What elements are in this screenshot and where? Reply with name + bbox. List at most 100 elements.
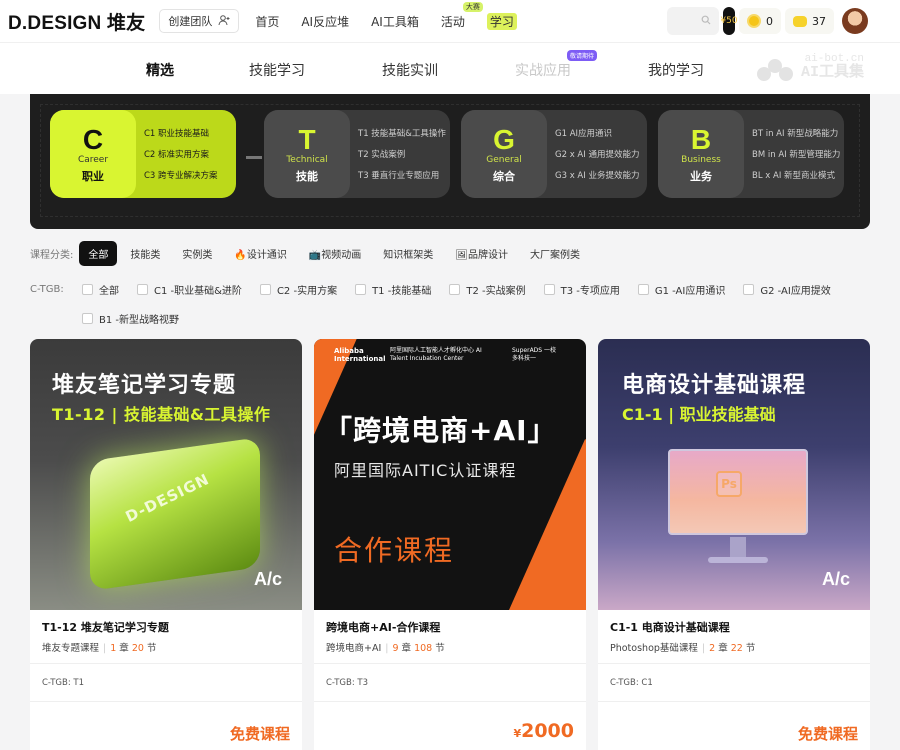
category-framework[interactable]: 知识框架类 — [374, 241, 442, 266]
ctgb-check-t2[interactable]: T2 -实战案例 — [449, 282, 526, 297]
checkbox[interactable] — [137, 284, 148, 295]
cover-tagline: 合作课程 — [334, 534, 455, 567]
card-divider — [598, 663, 870, 664]
checkbox[interactable] — [82, 313, 93, 324]
section-unit: 节 — [435, 643, 445, 654]
ctgb-check-g2[interactable]: G2 -AI应用提效 — [743, 282, 831, 297]
category-skill[interactable]: 技能类 — [121, 241, 169, 266]
course-card[interactable]: 堆友笔记学习专题 T1-12 | 技能基础&工具操作 D-DESIGN A/c … — [30, 339, 302, 750]
course-title[interactable]: C1-1 电商设计基础课程 — [610, 619, 730, 635]
cover-subtitle: C1-1 | 职业技能基础 — [622, 405, 776, 424]
nav-home[interactable]: 首页 — [255, 13, 279, 30]
coin-balance[interactable]: 0 — [739, 8, 781, 34]
business-letter: B — [690, 123, 712, 155]
course-price: 免费课程 — [797, 725, 858, 743]
ctgb-label: C-TGB: — [30, 284, 64, 295]
course-price: 免费课程 — [229, 725, 290, 743]
ctgb-check-t3[interactable]: T3 -专项应用 — [543, 282, 620, 297]
section-count: 20 — [131, 643, 144, 654]
chapter-count: 9 — [392, 643, 399, 654]
course-cover[interactable]: Alibaba International 阿里国际人工智能人才孵化中心 AI … — [314, 339, 586, 610]
ctgb-business[interactable]: B Business 业务 BT in AI 新型战略能力 BM in AI 新… — [658, 110, 844, 198]
learning-tabs: 精选 技能学习 技能实训 实战应用 敬请期待 我的学习 ai-bot.cn AI… — [0, 42, 900, 99]
tab-my-learning[interactable]: 我的学习 — [648, 60, 704, 80]
tab-skill-training[interactable]: 技能实训 — [382, 60, 438, 80]
card-divider — [314, 663, 586, 664]
ctgb-technical[interactable]: T Technical 技能 T1 技能基础&工具操作 T2 实战案例 T3 垂… — [264, 110, 450, 198]
tab-skill-learning[interactable]: 技能学习 — [249, 60, 305, 80]
watermark: ai-bot.cn AI工具集 — [756, 53, 864, 81]
checkbox[interactable] — [259, 284, 271, 295]
course-title[interactable]: T1-12 堆友笔记学习专题 — [42, 619, 169, 635]
category-video-label: 视频动画 — [321, 250, 362, 261]
points-balance[interactable]: 37 — [785, 8, 834, 34]
ctgb-check-c1[interactable]: C1 -职业基础&进阶 — [137, 282, 242, 297]
category-all[interactable]: 全部 — [79, 241, 118, 266]
category-case[interactable]: 实例类 — [173, 241, 221, 266]
category-big-company[interactable]: 大厂案例类 — [521, 241, 589, 266]
general-line-2: G2 x AI 通用提效能力 — [555, 150, 640, 160]
nav-ai-reactor[interactable]: AI反应堆 — [301, 13, 349, 30]
ctgb-check-label: G2 -AI应用提效 — [760, 286, 831, 297]
ctgb-check-label: 全部 — [99, 286, 119, 297]
ctgb-tag: C-TGB: T3 — [326, 678, 368, 688]
general-zh: 综合 — [493, 169, 515, 183]
search-button[interactable] — [667, 7, 719, 35]
checkbox[interactable] — [543, 284, 555, 295]
fire-icon: 🔥 — [234, 250, 247, 261]
ctgb-check-b1[interactable]: B1 -新型战略视野 — [82, 311, 179, 326]
contest-badge: 大赛 — [462, 1, 483, 12]
course-card[interactable]: Alibaba International 阿里国际人工智能人才孵化中心 AI … — [314, 339, 586, 750]
monitor-base — [708, 557, 768, 563]
nav-learning[interactable]: 学习 — [486, 12, 517, 30]
chapter-unit: 章 — [718, 643, 728, 654]
ctgb-career[interactable]: C Career 职业 C1 职业技能基础 C2 标准实用方案 C3 跨专业解决… — [50, 110, 236, 198]
nav-events[interactable]: 活动 大赛 — [440, 1, 483, 30]
career-lines: C1 职业技能基础 C2 标准实用方案 C3 跨专业解决方案 — [144, 124, 218, 187]
general-line-3: G3 x AI 业务提效能力 — [555, 171, 640, 181]
header-right: ¥50 0 37 — [667, 7, 892, 35]
ctgb-tag: C-TGB: T1 — [42, 678, 84, 688]
category-filter: 课程分类: 全部 技能类 实例类 🔥设计通识 📺视频动画 知识框架类 🖼品牌设计… — [30, 241, 593, 266]
course-meta: 堆友专题课程 | 1 章 20 节 — [42, 643, 157, 654]
ctgb-check-g1[interactable]: G1 -AI应用通识 — [637, 282, 726, 297]
create-team-button[interactable]: 创建团队 — [159, 9, 240, 33]
checkbox[interactable] — [637, 284, 649, 295]
avatar[interactable] — [842, 8, 868, 34]
category-video[interactable]: 📺视频动画 — [300, 241, 370, 266]
nav-ai-toolbox[interactable]: AI工具箱 — [371, 13, 419, 30]
business-badge: B Business 业务 — [658, 110, 744, 198]
course-cover[interactable]: 电商设计基础课程 C1-1 | 职业技能基础 Ps A/c — [598, 339, 870, 610]
tab-practical[interactable]: 实战应用 敬请期待 — [515, 50, 597, 80]
ctgb-check-label: B1 -新型战略视野 — [99, 315, 180, 326]
business-en: Business — [681, 154, 721, 165]
course-cover[interactable]: 堆友笔记学习专题 T1-12 | 技能基础&工具操作 D-DESIGN A/c — [30, 339, 302, 610]
ctgb-banner: C Career 职业 C1 职业技能基础 C2 标准实用方案 C3 跨专业解决… — [30, 94, 870, 229]
ctgb-check-label: C1 -职业基础&进阶 — [154, 286, 242, 297]
checkbox[interactable] — [82, 284, 93, 295]
tab-featured[interactable]: 精选 — [138, 60, 182, 99]
technical-lines: T1 技能基础&工具操作 T2 实战案例 T3 垂直行业专题应用 — [358, 124, 446, 187]
nav-events-label: 活动 — [440, 14, 465, 29]
course-card[interactable]: 电商设计基础课程 C1-1 | 职业技能基础 Ps A/c C1-1 电商设计基… — [598, 339, 870, 750]
site-logo[interactable]: D.DESIGN 堆友 — [8, 8, 145, 35]
category-brand[interactable]: 🖼品牌设计 — [446, 241, 517, 266]
ctgb-check-t1[interactable]: T1 -技能基础 — [355, 282, 431, 297]
career-badge: C Career 职业 — [50, 110, 136, 198]
course-title[interactable]: 跨境电商+AI-合作课程 — [326, 619, 440, 635]
photoshop-icon: Ps — [716, 471, 742, 497]
ctgb-check-c2[interactable]: C2 -实用方案 — [259, 282, 337, 297]
ctgb-check-label: G1 -AI应用通识 — [654, 286, 726, 297]
vip-pill[interactable]: ¥50 — [720, 7, 738, 35]
card-divider — [598, 701, 870, 702]
checkbox[interactable] — [743, 284, 755, 295]
checkbox[interactable] — [449, 284, 461, 295]
watermark-logo-icon — [756, 59, 793, 81]
checkbox[interactable] — [355, 284, 367, 295]
ctgb-general[interactable]: G General 综合 G1 AI应用通识 G2 x AI 通用提效能力 G3… — [461, 110, 647, 198]
ctgb-check-all[interactable]: 全部 — [82, 282, 119, 297]
banner-divider — [246, 156, 262, 159]
alibaba-logo: Alibaba International — [334, 347, 386, 363]
partner-logos: Alibaba International 阿里国际人工智能人才孵化中心 AI … — [334, 347, 562, 363]
category-design-basics[interactable]: 🔥设计通识 — [225, 241, 295, 266]
